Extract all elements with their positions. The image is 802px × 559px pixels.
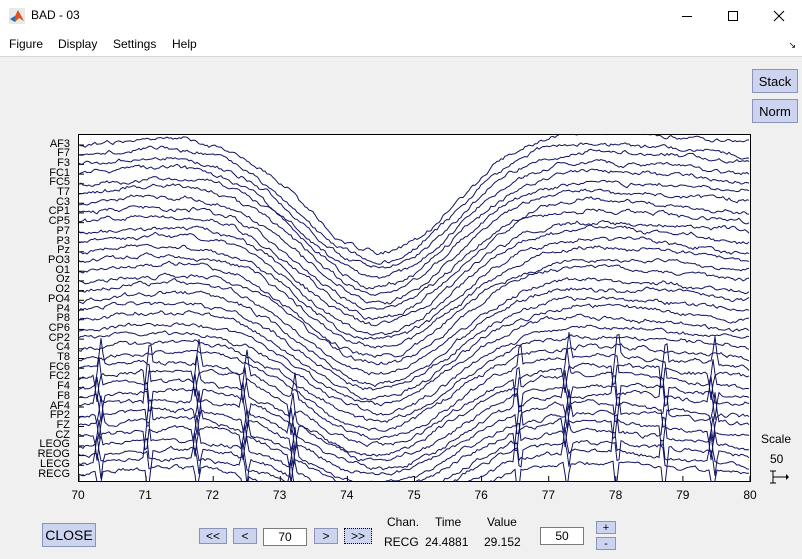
channel-label: RECG [38,467,70,480]
scale-input[interactable] [540,527,584,545]
window-title: BAD - 03 [31,8,80,22]
eeg-plot[interactable] [78,134,751,482]
x-tick-label: 71 [138,488,152,502]
trace-p7 [79,219,750,327]
x-tick-label: 80 [743,488,757,502]
trace-cz [79,417,750,481]
value-value: 29.152 [484,535,521,549]
x-tick-label: 79 [676,488,690,502]
trace-f8 [79,382,750,462]
trace-af4 [79,370,750,471]
trace-f4 [79,347,750,457]
x-tick-label: 77 [541,488,556,502]
x-tick-label: 76 [474,488,488,502]
prev-button[interactable]: < [233,528,257,544]
maximize-icon [728,10,738,21]
x-tick-label: 74 [340,488,354,502]
x-tick-label: 75 [407,488,421,502]
time-input[interactable] [263,528,307,546]
maximize-button[interactable] [710,0,756,31]
next-button[interactable]: > [314,528,338,544]
time-label: Time [435,515,462,529]
norm-button[interactable]: Norm [752,99,798,123]
trace-f3 [79,148,750,269]
scale-up-button[interactable]: + [596,521,616,534]
scale-bar-icon [770,470,789,484]
trace-t7 [79,179,750,297]
trace-fc5 [79,168,750,290]
prev-page-button[interactable]: << [199,528,227,544]
eeg-traces [79,135,750,481]
trace-o1 [79,258,750,359]
trace-leog [79,404,750,481]
chan-label: Chan. [387,515,420,529]
menu-display[interactable]: Display [58,37,97,51]
x-tick-label: 70 [71,488,85,502]
matlab-icon [9,8,25,24]
menu-help[interactable]: Help [172,37,197,51]
menu-figure[interactable]: Figure [9,37,43,51]
trace-c3 [79,188,750,305]
close-button[interactable]: CLOSE [42,523,96,547]
trace-po4 [79,286,750,388]
close-icon [773,10,785,21]
menu-settings[interactable]: Settings [113,37,156,51]
trace-fc1 [79,158,750,279]
x-tick-label: 78 [608,488,623,502]
menu-bar: Figure Display Settings Help ↘ [0,31,802,57]
scale-label: Scale [761,432,792,446]
value-label: Value [487,515,517,529]
trace-af3 [79,135,749,256]
time-value: 24.4881 [425,535,469,549]
scale-value: 50 [770,452,784,466]
stack-button[interactable]: Stack [752,69,798,93]
trace-p3 [79,224,750,336]
dock-arrow-icon[interactable]: ↘ [788,40,796,51]
chan-value: RECG [384,535,419,549]
trace-f7 [79,142,750,265]
next-page-button[interactable]: >> [344,528,372,544]
title-bar: BAD - 03 [0,0,802,31]
minimize-button[interactable] [664,0,710,31]
trace-fc6 [79,332,750,441]
close-window-button[interactable] [756,0,802,31]
minimize-icon [682,15,692,17]
x-tick-label: 72 [205,488,220,502]
scale-down-button[interactable]: - [596,537,616,550]
x-tick-label: 73 [272,488,287,502]
